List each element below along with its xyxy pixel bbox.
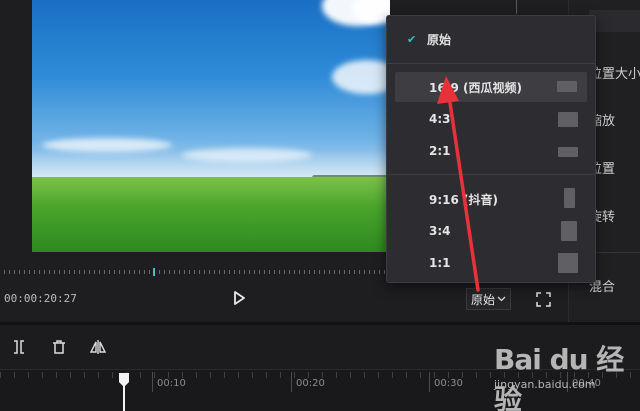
menu-item-4-3[interactable]: 4:3 xyxy=(387,104,595,134)
check-icon: ✔ xyxy=(407,32,417,46)
preview-scrub-marker[interactable] xyxy=(153,268,155,276)
menu-item-2-1[interactable]: 2:1 xyxy=(387,136,595,166)
playhead-line xyxy=(123,386,125,411)
ratio-16-9-icon xyxy=(557,81,577,92)
ratio-3-4-icon xyxy=(561,221,577,241)
delete-icon[interactable] xyxy=(50,338,68,356)
inspector-label-position-size: 位置大小 xyxy=(589,67,640,82)
ruler-label-20s: 00:20 xyxy=(296,378,325,389)
ratio-2-1-icon xyxy=(558,147,578,157)
aspect-ratio-menu: ✔ 原始 16:9 (西瓜视频) 4:3 2:1 9:16 (抖音) 3:4 1… xyxy=(386,15,596,283)
watermark-url: jingyan.baidu.com xyxy=(494,378,596,391)
chevron-down-icon xyxy=(497,296,506,302)
menu-item-16-9[interactable]: 16:9 (西瓜视频) xyxy=(395,72,587,102)
menu-item-original[interactable]: ✔ 原始 xyxy=(387,24,595,54)
menu-item-9-16[interactable]: 9:16 (抖音) xyxy=(387,184,595,214)
aspect-ratio-select[interactable]: 原始 xyxy=(466,288,512,310)
mirror-icon[interactable] xyxy=(89,338,107,356)
split-icon[interactable] xyxy=(10,338,28,356)
menu-item-1-1[interactable]: 1:1 xyxy=(387,248,595,278)
ratio-9-16-icon xyxy=(564,188,575,208)
ratio-1-1-icon xyxy=(558,253,578,273)
fullscreen-icon[interactable] xyxy=(536,292,551,307)
inspector-tab-strip[interactable] xyxy=(589,10,640,32)
baidu-jingyan-watermark: Bai du 经验 jingyan.baidu.com xyxy=(494,338,634,411)
watermark-logo: Bai du 经验 xyxy=(494,343,624,411)
ruler-label-30s: 00:30 xyxy=(434,378,463,389)
preview-scrub-track[interactable] xyxy=(4,270,386,274)
aspect-ratio-value: 原始 xyxy=(471,292,496,307)
play-button[interactable] xyxy=(230,289,248,307)
ratio-4-3-icon xyxy=(558,112,578,127)
ruler-label-10s: 00:10 xyxy=(157,378,186,389)
menu-item-3-4[interactable]: 3:4 xyxy=(387,216,595,246)
current-timecode: 00:00:20:27 xyxy=(4,292,77,305)
video-preview-frame xyxy=(32,0,390,252)
